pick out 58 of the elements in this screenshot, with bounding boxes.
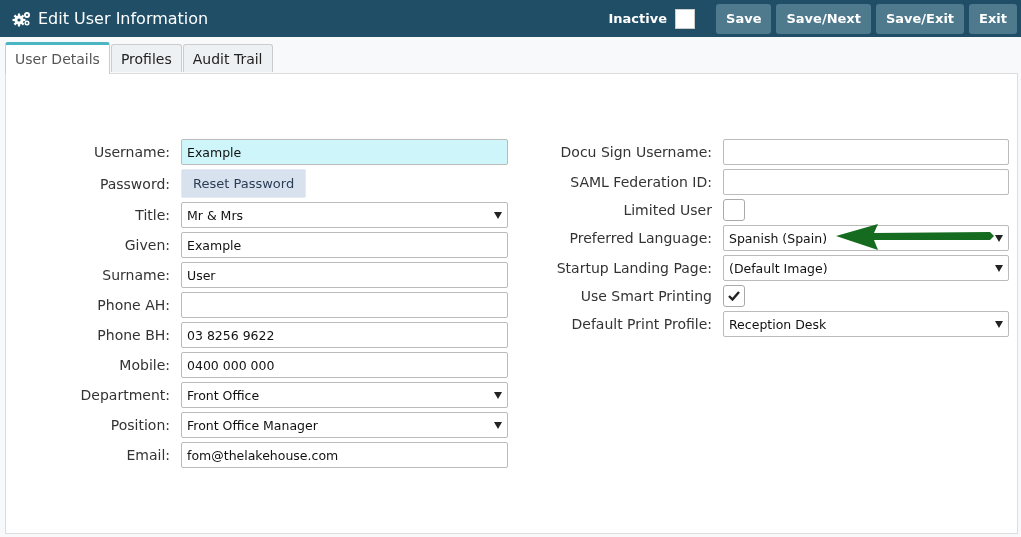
dropdown[interactable]: Front Office: [181, 382, 508, 408]
dropdown-value: Mr & Mrs: [187, 207, 244, 223]
dropdown-value: Front Office Manager: [187, 417, 318, 433]
inactive-label: Inactive: [608, 11, 667, 26]
field-label: Surname:: [101, 267, 170, 283]
caret-icon: [494, 421, 502, 429]
toolbar-button[interactable]: Save: [716, 3, 772, 34]
field-label: Title:: [134, 207, 170, 223]
dropdown-value: Front Office: [187, 387, 260, 403]
input-field[interactable]: 03 8256 9622: [181, 322, 508, 348]
input-field[interactable]: [181, 292, 508, 318]
window-title: Edit User Information: [38, 9, 210, 28]
checkbox[interactable]: [723, 199, 745, 221]
field-label: Department:: [79, 387, 170, 403]
gears-icon: [12, 10, 32, 27]
dropdown[interactable]: (Default Image): [723, 255, 1009, 281]
toolbar-button[interactable]: Exit: [969, 3, 1017, 34]
input-field[interactable]: [723, 139, 1009, 165]
caret-icon: [995, 234, 1003, 242]
field-label: Mobile:: [118, 357, 170, 373]
field-label: Default Print Profile:: [570, 316, 712, 332]
input-field[interactable]: User: [181, 262, 508, 288]
input-field[interactable]: fom@thelakehouse.com: [181, 442, 508, 468]
caret-icon: [995, 264, 1003, 272]
field-label: Password:: [98, 175, 170, 192]
toolbar-button[interactable]: Save/Next: [776, 3, 871, 34]
field-label: Position:: [109, 417, 170, 433]
field-label: Preferred Language:: [568, 230, 712, 246]
dropdown-value: (Default Image): [729, 260, 828, 276]
caret-icon: [995, 320, 1003, 328]
field-label: Given:: [123, 237, 170, 253]
input-field[interactable]: Example: [181, 139, 508, 165]
caret-icon: [494, 391, 502, 399]
field-label: SAML Federation ID:: [569, 174, 712, 190]
dropdown-value: Spanish (Spain): [729, 230, 827, 246]
dropdown[interactable]: Mr & Mrs: [181, 202, 508, 228]
field-label: Limited User: [622, 202, 712, 218]
tab[interactable]: Audit Trail: [182, 44, 273, 72]
field-label: Startup Landing Page:: [555, 260, 712, 276]
field-label: Use Smart Printing: [579, 288, 712, 304]
reset-password-button[interactable]: Reset Password: [181, 169, 307, 198]
tab[interactable]: User Details: [5, 42, 110, 74]
caret-icon: [494, 211, 502, 219]
field-label: Docu Sign Username:: [559, 144, 712, 160]
input-field[interactable]: [723, 169, 1009, 195]
field-label: Phone BH:: [96, 327, 170, 343]
dropdown[interactable]: Front Office Manager: [181, 412, 508, 438]
field-label: Phone AH:: [96, 297, 170, 313]
dropdown[interactable]: Reception Desk: [723, 311, 1009, 337]
input-field[interactable]: 0400 000 000: [181, 352, 508, 378]
checkmark-icon: [728, 291, 740, 301]
tab[interactable]: Profiles: [110, 44, 182, 72]
input-field[interactable]: Example: [181, 232, 508, 258]
field-label: Email:: [125, 447, 170, 463]
toolbar-button[interactable]: Save/Exit: [875, 3, 965, 34]
checkbox[interactable]: [723, 285, 745, 307]
dropdown-value: Reception Desk: [729, 316, 827, 332]
field-label: Username:: [92, 144, 170, 160]
